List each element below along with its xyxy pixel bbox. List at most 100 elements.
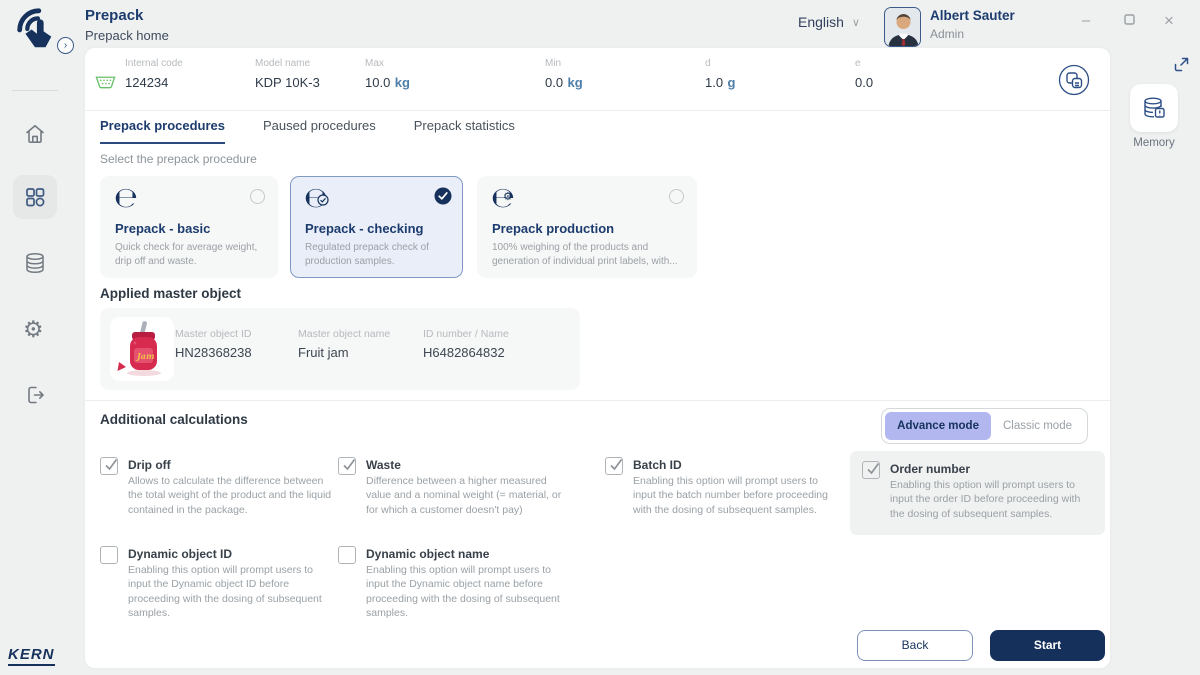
field-label: ID number / Name [423, 328, 509, 340]
breadcrumb: Prepack home [85, 28, 169, 43]
gear-mini-icon: ⚙ [503, 190, 513, 203]
sidebar-collapse-button[interactable]: › [57, 37, 74, 54]
memory-button[interactable] [1130, 84, 1178, 132]
apps-grid-icon [23, 185, 47, 209]
chevron-down-icon: ∨ [852, 16, 860, 29]
maximize-icon [1124, 14, 1135, 25]
start-button[interactable]: Start [990, 630, 1105, 661]
field-unit: g [728, 75, 736, 90]
procedure-description: Regulated prepack check of production sa… [305, 241, 454, 269]
field-label: Master object ID [175, 328, 252, 340]
field-label: Master object name [298, 328, 390, 340]
serial-connector-icon [95, 75, 116, 95]
field-value: 10.0 [365, 75, 390, 90]
field-value: 0.0 [855, 75, 873, 90]
option-title: Waste [366, 458, 401, 472]
master-object-name-field: Master object name Fruit jam [298, 328, 390, 362]
selected-check-badge [434, 187, 452, 205]
procedure-title: Prepack - checking [305, 221, 424, 236]
additional-calculations-heading: Additional calculations [100, 412, 248, 427]
avatar[interactable] [884, 7, 921, 47]
field-label: e [855, 58, 873, 69]
database-icon [23, 251, 47, 275]
window-minimize-button[interactable]: – [1075, 10, 1097, 32]
procedure-title: Prepack production [492, 221, 614, 236]
memory-label: Memory [1118, 137, 1190, 149]
page-title: Prepack [85, 7, 143, 24]
language-value: English [798, 14, 844, 30]
logout-icon [23, 383, 47, 407]
svg-text:Jam: Jam [135, 351, 154, 361]
option-title: Batch ID [633, 458, 682, 472]
option-title: Dynamic object ID [128, 547, 232, 561]
classic-mode-button[interactable]: Classic mode [991, 412, 1084, 440]
field-label: d [705, 58, 735, 69]
sidebar-item-logout[interactable] [23, 383, 47, 407]
sidebar-item-apps[interactable] [23, 185, 47, 209]
field-label: Max [365, 58, 410, 69]
checkbox-checked-icon[interactable] [338, 457, 356, 475]
scale-switch-button[interactable] [1058, 64, 1090, 96]
option-title: Order number [890, 462, 970, 476]
user-name: Albert Sauter [930, 8, 1015, 23]
option-description: Enabling this option will prompt users t… [128, 563, 335, 621]
tab-prepack-procedures[interactable]: Prepack procedures [100, 118, 225, 144]
procedure-title: Prepack - basic [115, 221, 210, 236]
option-description: Difference between a higher measured val… [366, 474, 573, 517]
checkbox-checked-icon[interactable] [862, 461, 880, 479]
master-object-idnumber-field: ID number / Name H6482864832 [423, 328, 509, 362]
option-order-number: Order numberEnabling this option will pr… [862, 460, 1097, 521]
expand-panel-button[interactable] [1172, 55, 1191, 74]
master-object-heading: Applied master object [100, 286, 241, 301]
field-value: H6482864832 [423, 345, 505, 360]
back-button[interactable]: Back [857, 630, 973, 661]
checkbox-unchecked-icon[interactable] [100, 546, 118, 564]
gear-icon: ⚙ [23, 316, 44, 342]
option-dynamic-object-id: Dynamic object ID Enabling this option wi… [100, 545, 335, 621]
option-batch-id: Batch ID Enabling this option will prompt… [605, 456, 840, 517]
procedure-card-production[interactable]: ℮ ⚙ Prepack production 100% weighing of … [477, 176, 697, 278]
sidebar-item-home[interactable] [23, 122, 47, 146]
radio-unselected-icon[interactable] [669, 189, 684, 204]
radio-unselected-icon[interactable] [250, 189, 265, 204]
checkbox-checked-icon[interactable] [100, 457, 118, 475]
window-maximize-button[interactable] [1118, 10, 1140, 32]
device-field-max: Max 10.0 kg [365, 58, 410, 92]
user-role: Admin [930, 27, 964, 41]
field-label: Internal code [125, 58, 183, 69]
device-field-e: e 0.0 [855, 58, 873, 92]
field-unit: kg [395, 75, 410, 90]
sidebar-item-settings[interactable]: ⚙ [23, 316, 44, 343]
option-title: Dynamic object name [366, 547, 489, 561]
checkbox-checked-icon[interactable] [605, 457, 623, 475]
field-value: 124234 [125, 75, 168, 90]
language-selector[interactable]: English ∨ [798, 14, 860, 30]
field-value: 0.0 [545, 75, 563, 90]
tab-bar: Prepack procedures Paused procedures Pre… [100, 118, 515, 144]
sidebar-divider [12, 90, 58, 91]
sidebar-item-database[interactable] [23, 251, 47, 275]
home-icon [23, 122, 47, 146]
check-circle-mini-icon [317, 193, 329, 211]
tab-prepack-statistics[interactable]: Prepack statistics [414, 118, 515, 144]
procedure-card-basic[interactable]: ℮ Prepack - basic Quick check for averag… [100, 176, 278, 278]
chevron-right-icon: › [64, 40, 67, 51]
expand-icon [1172, 55, 1191, 74]
jam-jar-image: Jam [110, 317, 174, 381]
window-close-button[interactable]: × [1158, 10, 1180, 32]
procedure-card-checking[interactable]: ℮ Prepack - checking Regulated prepack c… [290, 176, 463, 278]
field-value: HN28368238 [175, 345, 252, 360]
option-title: Drip off [128, 458, 171, 472]
device-field-model-name: Model name KDP 10K-3 [255, 58, 320, 92]
advance-mode-button[interactable]: Advance mode [885, 412, 991, 440]
tab-paused-procedures[interactable]: Paused procedures [263, 118, 376, 144]
option-description: Enabling this option will prompt users t… [366, 563, 573, 621]
kern-brand-logo: KERN [8, 646, 55, 666]
procedure-description: 100% weighing of the products and genera… [492, 241, 688, 269]
checkbox-unchecked-icon[interactable] [338, 546, 356, 564]
device-field-internal-code: Internal code 124234 [125, 58, 183, 92]
field-value: 1.0 [705, 75, 723, 90]
app-touch-logo-icon [12, 6, 58, 57]
option-description: Enabling this option will prompt users t… [633, 474, 840, 517]
option-description: Allows to calculate the difference betwe… [128, 474, 335, 517]
